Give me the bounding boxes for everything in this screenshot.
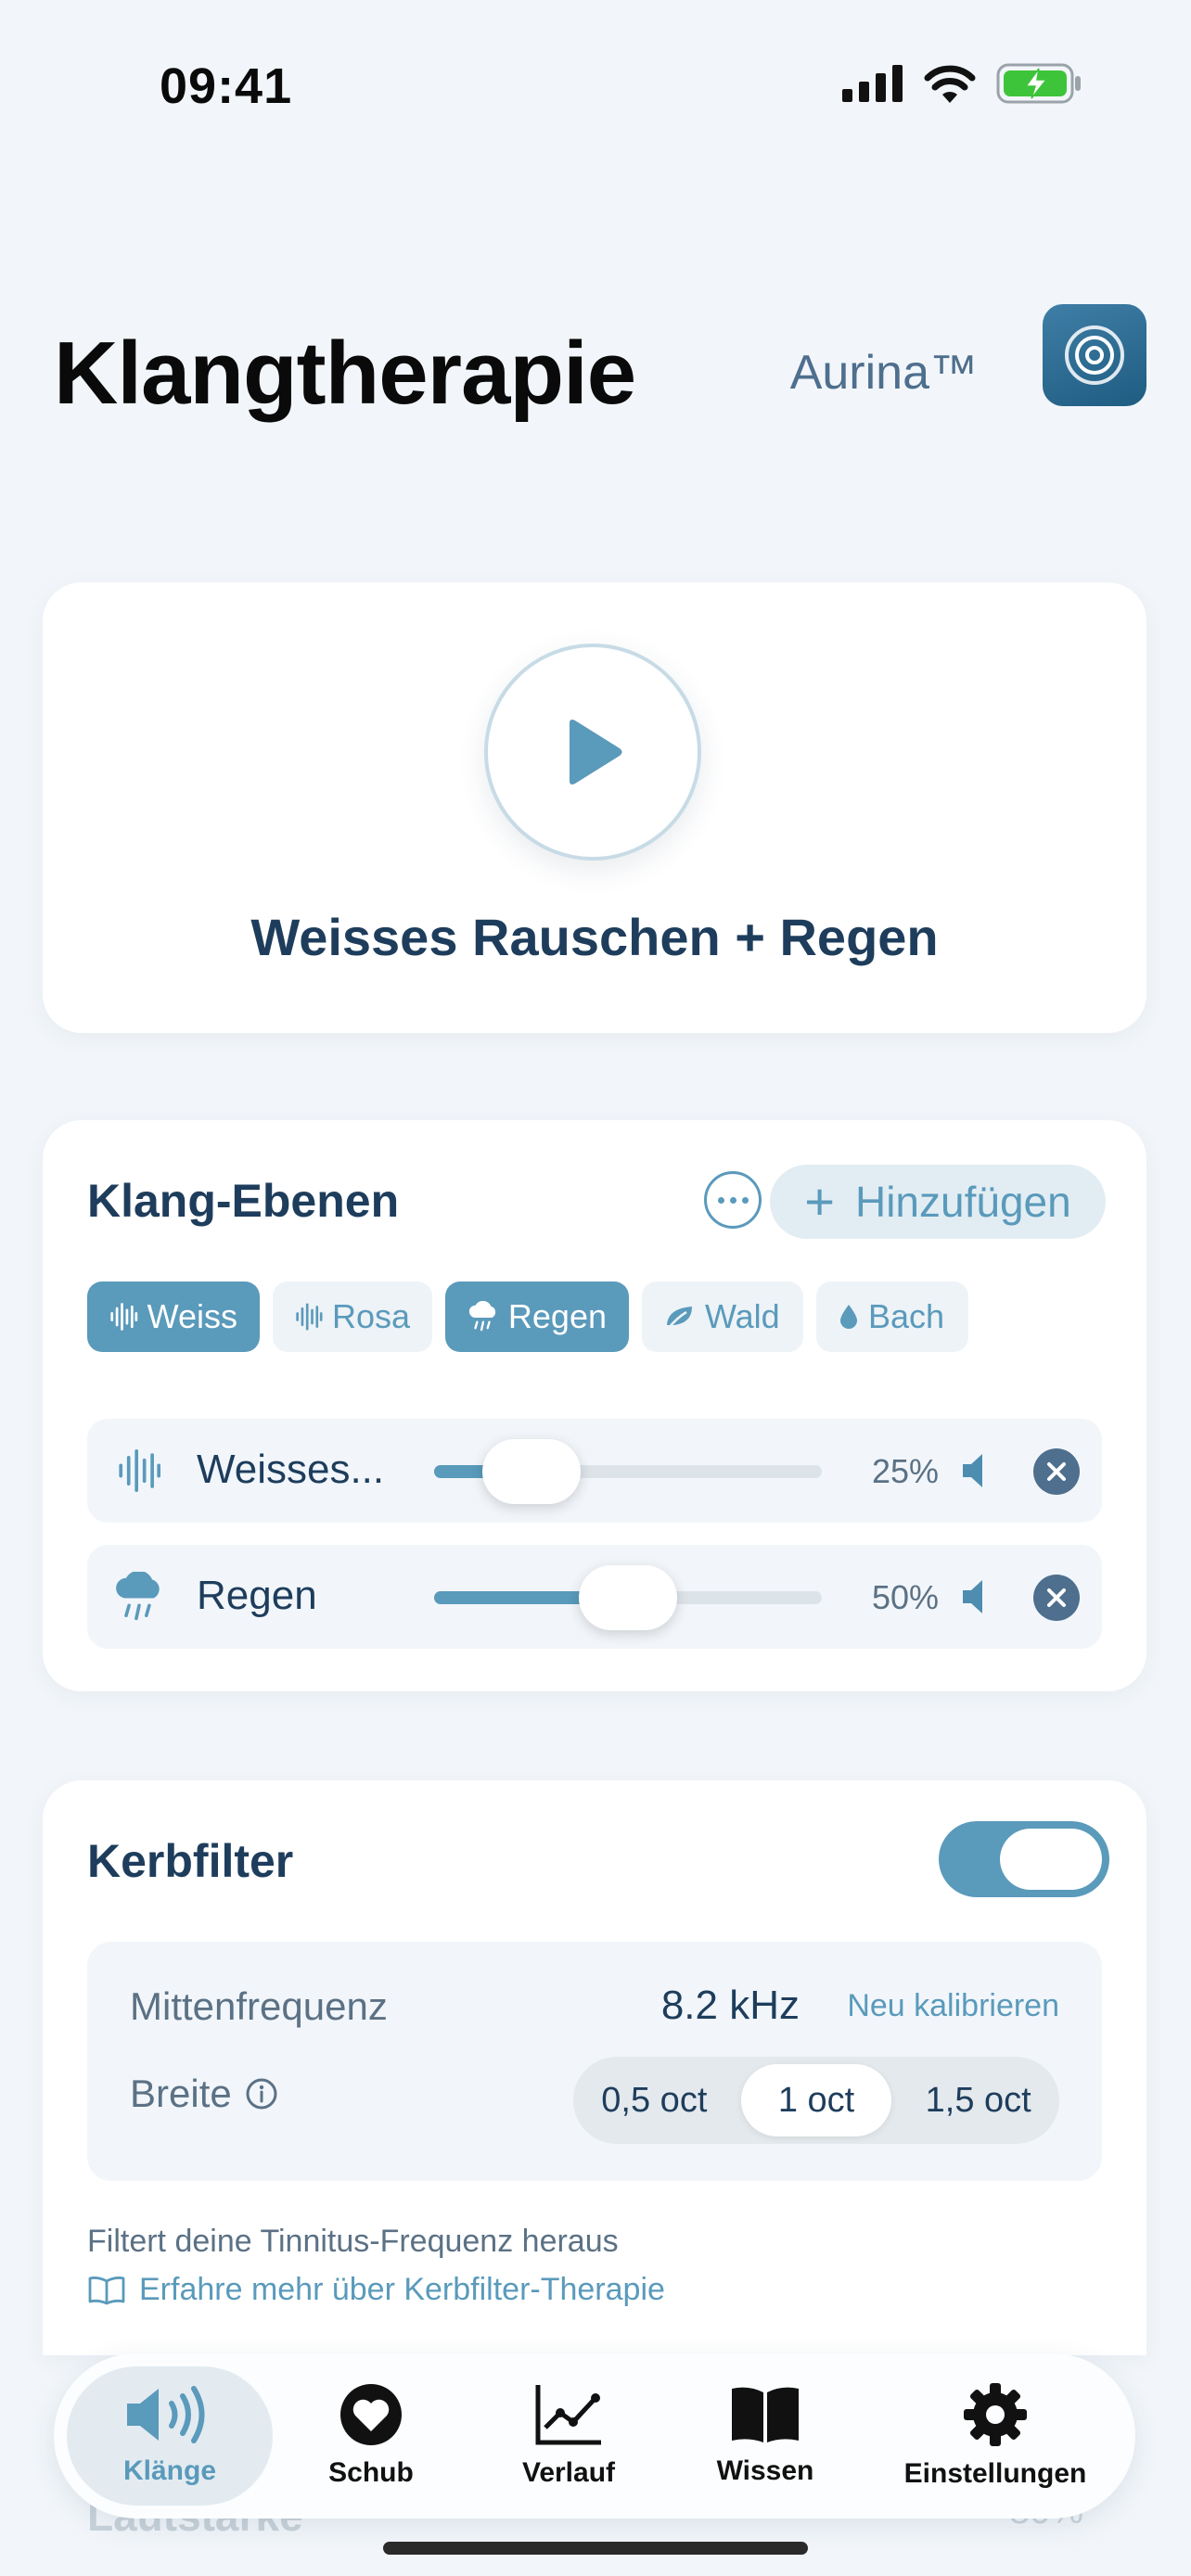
speaker-icon[interactable]	[957, 1450, 998, 1491]
status-icons	[842, 63, 1082, 104]
chip-label: Regen	[507, 1297, 607, 1335]
wifi-icon	[924, 65, 976, 103]
center-frequency-value: 8.2 kHz	[660, 1983, 800, 2028]
volume-percent: 25%	[871, 1452, 939, 1490]
chart-icon	[535, 2385, 601, 2445]
plus-icon: +	[804, 1172, 835, 1231]
target-icon	[1065, 325, 1124, 385]
filter-toggle[interactable]	[939, 1821, 1109, 1897]
status-time: 09:41	[160, 58, 293, 114]
width-label: Breite	[130, 2072, 232, 2115]
chip-label: Bach	[868, 1297, 945, 1335]
volume-percent: 50%	[871, 1578, 939, 1616]
width-segmented-control: 0,5 oct 1 oct 1,5 oct	[573, 2057, 1059, 2144]
waveform-icon	[110, 1303, 138, 1331]
gear-icon	[964, 2383, 1027, 2446]
tab-label: Verlauf	[521, 2457, 616, 2488]
add-layer-button[interactable]: + Hinzufügen	[770, 1165, 1106, 1239]
tab-verlauf[interactable]: Verlauf	[480, 2353, 657, 2519]
tab-wissen[interactable]: Wissen	[677, 2353, 853, 2519]
tab-schub[interactable]: Schub	[297, 2353, 445, 2519]
sound-layers-card: Klang-Ebenen + Hinzufügen Weiss Rosa Reg…	[43, 1120, 1146, 1691]
volume-slider[interactable]	[434, 1439, 822, 1504]
play-icon	[570, 720, 622, 784]
layer-row-white-noise: Weisses... 25%	[87, 1419, 1102, 1523]
center-frequency-label: Mittenfrequenz	[130, 1984, 388, 2028]
tab-label: Schub	[328, 2457, 414, 2488]
signal-icon	[842, 65, 903, 102]
book-icon	[732, 2387, 799, 2442]
toggle-knob	[1000, 1829, 1102, 1890]
filter-title: Kerbfilter	[87, 1835, 294, 1887]
play-button[interactable]	[484, 644, 701, 861]
recalibrate-link[interactable]: Neu kalibrieren	[847, 1988, 1059, 2024]
filter-settings-panel: Mittenfrequenz 8.2 kHz Neu kalibrieren B…	[87, 1942, 1102, 2181]
tab-einstellungen[interactable]: Einstellungen	[879, 2353, 1111, 2519]
width-option[interactable]: 0,5 oct	[579, 2064, 730, 2136]
battery-icon	[996, 63, 1081, 104]
filter-description: Filtert deine Tinnitus-Frequenz heraus	[87, 2224, 619, 2259]
layer-name: Regen	[197, 1573, 317, 1618]
chip-wald[interactable]: Wald	[642, 1282, 803, 1352]
slider-thumb[interactable]	[579, 1565, 677, 1630]
tab-label: Klänge	[122, 2455, 217, 2486]
tab-label: Einstellungen	[903, 2458, 1087, 2489]
close-icon	[1047, 1462, 1066, 1481]
speaker-icon[interactable]	[957, 1576, 998, 1617]
now-playing-title: Weisses Rauschen + Regen	[250, 908, 939, 966]
chip-label: Rosa	[331, 1297, 410, 1335]
width-option-selected[interactable]: 1 oct	[740, 2064, 892, 2136]
chip-regen[interactable]: Regen	[445, 1282, 629, 1352]
tab-bar: Klänge Schub Verlauf Wissen Einstellunge…	[54, 2353, 1135, 2519]
info-icon[interactable]	[245, 2077, 278, 2111]
chip-bach[interactable]: Bach	[816, 1282, 968, 1352]
width-label-group: Breite	[130, 2072, 278, 2116]
layers-title: Klang-Ebenen	[87, 1175, 400, 1227]
book-open-icon	[88, 2276, 125, 2304]
app-logo[interactable]	[1043, 304, 1146, 406]
leaf-icon	[667, 1307, 692, 1330]
page-title: Klangtherapie	[54, 324, 636, 423]
chip-label: Weiss	[147, 1297, 237, 1335]
heart-icon	[340, 2384, 402, 2445]
remove-layer-button[interactable]	[1033, 1575, 1080, 1621]
rain-cloud-icon	[468, 1301, 496, 1332]
home-indicator[interactable]	[383, 2542, 808, 2555]
volume-slider[interactable]	[434, 1565, 822, 1630]
speaker-icon	[127, 2386, 205, 2443]
player-card: Weisses Rauschen + Regen	[43, 582, 1146, 1033]
width-option[interactable]: 1,5 oct	[903, 2064, 1054, 2136]
waveform-icon	[113, 1445, 165, 1497]
chip-rosa[interactable]: Rosa	[273, 1282, 432, 1352]
learn-more-label: Erfahre mehr über Kerbfilter-Therapie	[139, 2272, 665, 2307]
notch-filter-card: Kerbfilter Mittenfrequenz 8.2 kHz Neu ka…	[43, 1780, 1146, 2355]
remove-layer-button[interactable]	[1033, 1448, 1080, 1495]
water-drop-icon	[840, 1305, 857, 1329]
chip-weiss[interactable]: Weiss	[87, 1282, 260, 1352]
slider-thumb[interactable]	[481, 1439, 581, 1504]
sound-chips: Weiss Rosa Regen Wald Bach	[87, 1282, 968, 1352]
ellipsis-icon	[704, 1171, 762, 1229]
layer-row-rain: Regen 50%	[87, 1545, 1102, 1649]
waveform-icon	[296, 1303, 323, 1331]
layer-name: Weisses...	[197, 1447, 385, 1492]
learn-more-link[interactable]: Erfahre mehr über Kerbfilter-Therapie	[87, 2272, 665, 2308]
rain-cloud-icon	[113, 1571, 165, 1623]
chip-label: Wald	[705, 1297, 780, 1335]
brand-name: Aurina™	[789, 346, 978, 400]
tab-klaenge[interactable]: Klänge	[67, 2353, 273, 2519]
close-icon	[1047, 1588, 1066, 1607]
tab-label: Wissen	[716, 2455, 814, 2486]
add-layer-label: Hinzufügen	[854, 1178, 1071, 1226]
